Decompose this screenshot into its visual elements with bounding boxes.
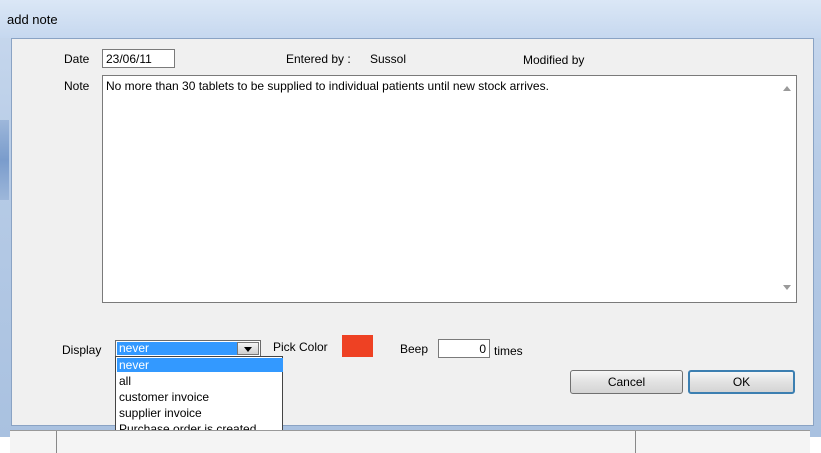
beep-count-field[interactable]: 0 [438,339,490,358]
scroll-down-arrow-icon[interactable] [783,285,791,290]
date-field[interactable]: 23/06/11 [102,49,175,68]
color-swatch[interactable] [342,335,373,357]
dropdown-option-never[interactable]: never [117,358,283,372]
display-select-value: never [117,342,237,355]
cancel-button[interactable]: Cancel [570,370,683,394]
scroll-up-arrow-icon[interactable] [783,86,791,91]
strip-divider [56,431,57,453]
note-text: No more than 30 tablets to be supplied t… [106,79,549,93]
display-dropdown-list: never all customer invoice supplier invo… [115,356,283,440]
background-window-strip [10,430,810,453]
dropdown-button[interactable] [237,342,259,355]
window-frame-accent [0,120,9,200]
note-textarea[interactable]: No more than 30 tablets to be supplied t… [102,75,797,303]
beep-times-label: times [494,344,523,358]
entered-by-value: Sussol [370,52,407,66]
ok-button[interactable]: OK [688,370,795,394]
strip-divider [635,431,636,453]
dropdown-option-supplier-invoice[interactable]: supplier invoice [117,406,283,420]
modified-by-label: Modified by [523,53,585,67]
entered-by-label: Entered by : [286,52,351,66]
window-title: add note [7,12,58,27]
display-label: Display [62,343,102,357]
note-label: Note [64,79,90,93]
dropdown-option-customer-invoice[interactable]: customer invoice [117,390,283,404]
beep-label: Beep [400,342,429,356]
chevron-down-icon [244,347,252,352]
dropdown-option-all[interactable]: all [117,374,283,388]
pick-color-label: Pick Color [273,340,328,354]
title-bar: add note [0,0,821,38]
date-label: Date [64,52,90,66]
display-select[interactable]: never [115,340,261,357]
note-scrollbar[interactable] [779,76,796,302]
